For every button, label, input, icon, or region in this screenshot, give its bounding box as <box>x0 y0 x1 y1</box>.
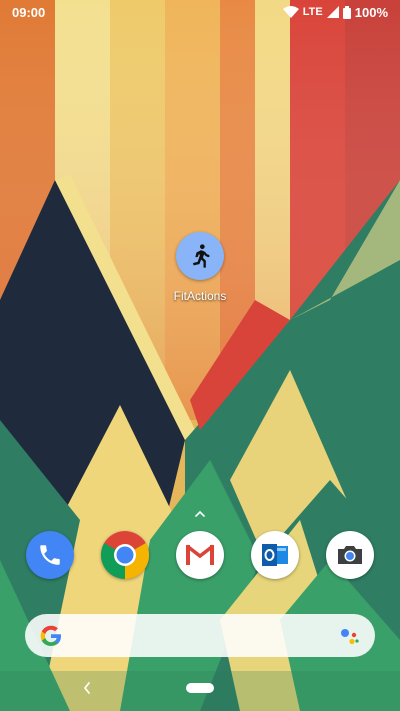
network-type: LTE <box>302 6 323 18</box>
wifi-icon <box>282 6 299 18</box>
dock-app-outlook[interactable] <box>251 531 299 579</box>
dock-app-phone[interactable] <box>26 531 74 579</box>
battery-icon <box>342 5 351 19</box>
chrome-icon <box>101 531 149 579</box>
navigation-bar <box>0 671 400 711</box>
signal-icon <box>326 6 339 18</box>
home-screen: 09:00 LTE 100% FitActions <box>0 0 400 711</box>
phone-icon <box>40 545 60 565</box>
battery-percent: 100% <box>354 4 388 20</box>
back-chevron-icon[interactable] <box>79 679 95 697</box>
dock-app-chrome[interactable] <box>101 531 149 579</box>
app-fitactions[interactable]: FitActions <box>163 232 237 303</box>
status-icons: LTE 100% <box>282 4 388 20</box>
gmail-icon <box>185 544 215 565</box>
app-label: FitActions <box>173 289 227 303</box>
google-assistant-icon[interactable] <box>337 624 361 648</box>
home-pill-icon[interactable] <box>186 683 214 693</box>
dock-app-camera[interactable] <box>326 531 374 579</box>
status-bar: 09:00 LTE 100% <box>0 0 400 24</box>
wallpaper <box>0 0 400 711</box>
outlook-icon <box>262 544 288 566</box>
dock-app-gmail[interactable] <box>176 531 224 579</box>
dock <box>0 531 400 581</box>
google-g-icon <box>40 625 61 646</box>
chevron-up-icon[interactable] <box>190 508 210 520</box>
status-time: 09:00 <box>12 4 46 20</box>
running-person-icon <box>176 232 224 280</box>
camera-icon <box>338 546 362 564</box>
google-search-bar[interactable] <box>25 614 375 657</box>
